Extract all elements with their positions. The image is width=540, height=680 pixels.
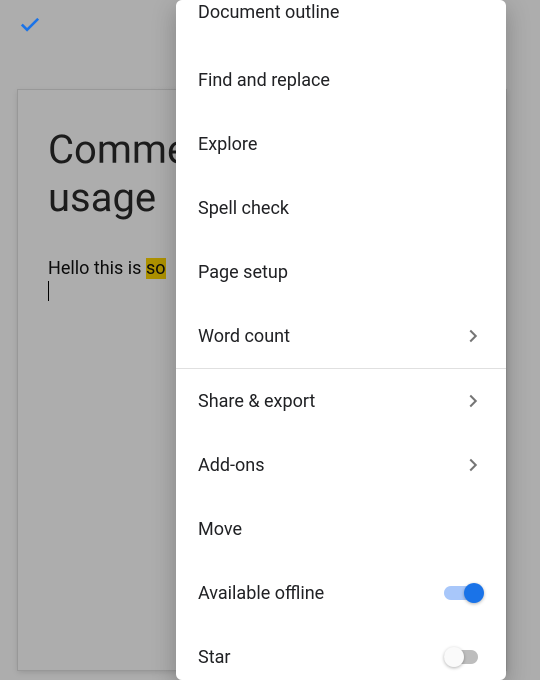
menu-section-2: Share & export Add-ons Move Available of… [176, 369, 506, 680]
menu-item-label: Share & export [198, 391, 315, 412]
menu-item-page-setup[interactable]: Page setup [176, 240, 506, 304]
menu-section-1: Document outline Find and replace Explor… [176, 0, 506, 368]
overflow-menu: Document outline Find and replace Explor… [176, 0, 506, 680]
menu-item-label: Available offline [198, 583, 324, 604]
menu-item-label: Document outline [198, 2, 339, 23]
chevron-right-icon [462, 325, 484, 347]
checkmark-icon[interactable] [16, 10, 44, 38]
toggle-thumb [464, 583, 484, 603]
chevron-right-icon [462, 454, 484, 476]
menu-item-label: Explore [198, 134, 257, 155]
toggle-star[interactable] [444, 645, 484, 669]
menu-item-label: Find and replace [198, 70, 330, 91]
menu-item-label: Word count [198, 326, 290, 347]
menu-item-find-replace[interactable]: Find and replace [176, 48, 506, 112]
menu-item-spell-check[interactable]: Spell check [176, 176, 506, 240]
menu-item-document-outline[interactable]: Document outline [176, 0, 506, 48]
menu-item-label: Add-ons [198, 455, 265, 476]
menu-item-move[interactable]: Move [176, 497, 506, 561]
toggle-thumb [444, 647, 464, 667]
menu-item-label: Spell check [198, 198, 289, 219]
menu-item-label: Move [198, 519, 242, 540]
chevron-right-icon [462, 390, 484, 412]
toggle-available-offline[interactable] [444, 581, 484, 605]
menu-item-add-ons[interactable]: Add-ons [176, 433, 506, 497]
menu-item-star[interactable]: Star [176, 625, 506, 680]
menu-item-share-export[interactable]: Share & export [176, 369, 506, 433]
menu-item-label: Star [198, 647, 230, 668]
menu-item-explore[interactable]: Explore [176, 112, 506, 176]
menu-item-available-offline[interactable]: Available offline [176, 561, 506, 625]
menu-item-label: Page setup [198, 262, 288, 283]
menu-item-word-count[interactable]: Word count [176, 304, 506, 368]
